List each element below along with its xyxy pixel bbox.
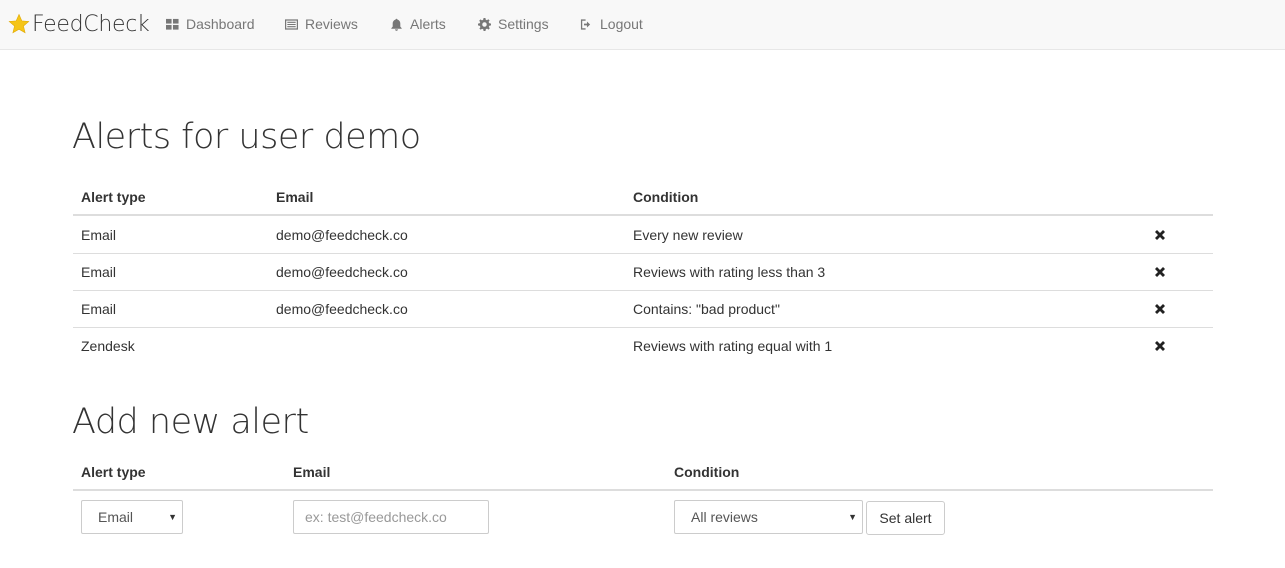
nav-logout-label: Logout: [600, 16, 643, 32]
row-divider: [73, 253, 1213, 254]
star-icon: [8, 13, 30, 34]
add-header-email: Email: [293, 464, 331, 480]
alert-type-select[interactable]: Email ▼: [81, 500, 183, 534]
alert-email-cell: demo@feedcheck.co: [276, 227, 408, 243]
nav-alerts-label: Alerts: [410, 16, 446, 32]
delete-icon[interactable]: [1154, 303, 1166, 315]
alert-condition-cell: Contains: "bad product": [633, 301, 780, 317]
alerts-title: Alerts for user demo: [72, 117, 421, 157]
logout-icon: [580, 18, 591, 30]
list-icon: [285, 18, 298, 30]
delete-icon[interactable]: [1154, 266, 1166, 278]
brand-logo[interactable]: FeedCheck: [8, 0, 150, 48]
condition-select[interactable]: All reviews ▼: [674, 500, 863, 534]
alert-email-cell: demo@feedcheck.co: [276, 301, 408, 317]
add-alert-title: Add new alert: [72, 402, 309, 442]
condition-select-value: All reviews: [691, 509, 758, 525]
alert-type-cell: Email: [81, 301, 117, 317]
caret-down-icon: ▼: [848, 512, 857, 522]
add-header-condition: Condition: [674, 464, 740, 480]
column-header-condition: Condition: [633, 189, 699, 205]
add-header-alert-type: Alert type: [81, 464, 146, 480]
nav-reviews-label: Reviews: [305, 16, 358, 32]
set-alert-button[interactable]: Set alert: [866, 501, 945, 535]
nav-settings-label: Settings: [498, 16, 549, 32]
delete-icon[interactable]: [1154, 340, 1166, 352]
dashboard-icon: [166, 18, 179, 30]
navbar: FeedCheck Dashboard Reviews Alerts Setti…: [0, 0, 1285, 50]
column-header-alert-type: Alert type: [81, 189, 146, 205]
column-header-email: Email: [276, 189, 314, 205]
alert-type-select-value: Email: [98, 509, 134, 525]
delete-icon[interactable]: [1154, 229, 1166, 241]
brand-name: FeedCheck: [32, 11, 150, 37]
gear-icon: [478, 17, 491, 31]
caret-down-icon: ▼: [168, 512, 177, 522]
row-divider: [73, 290, 1213, 291]
alert-condition-cell: Reviews with rating less than 3: [633, 264, 826, 280]
email-input[interactable]: [293, 500, 489, 534]
bell-icon: [391, 18, 402, 31]
nav-dashboard-label: Dashboard: [186, 16, 255, 32]
alert-email-cell: demo@feedcheck.co: [276, 264, 408, 280]
add-header-divider: [73, 489, 1213, 491]
nav-reviews[interactable]: Reviews: [285, 0, 358, 48]
alert-condition-cell: Reviews with rating equal with 1: [633, 338, 833, 354]
alert-type-cell: Zendesk: [81, 338, 135, 354]
nav-settings[interactable]: Settings: [478, 0, 549, 48]
nav-dashboard[interactable]: Dashboard: [166, 0, 255, 48]
nav-alerts[interactable]: Alerts: [390, 0, 446, 48]
alert-condition-cell: Every new review: [633, 227, 743, 243]
table-header-divider: [73, 214, 1213, 216]
row-divider: [73, 327, 1213, 328]
nav-logout[interactable]: Logout: [580, 0, 643, 48]
alert-type-cell: Email: [81, 264, 117, 280]
alert-type-cell: Email: [81, 227, 117, 243]
